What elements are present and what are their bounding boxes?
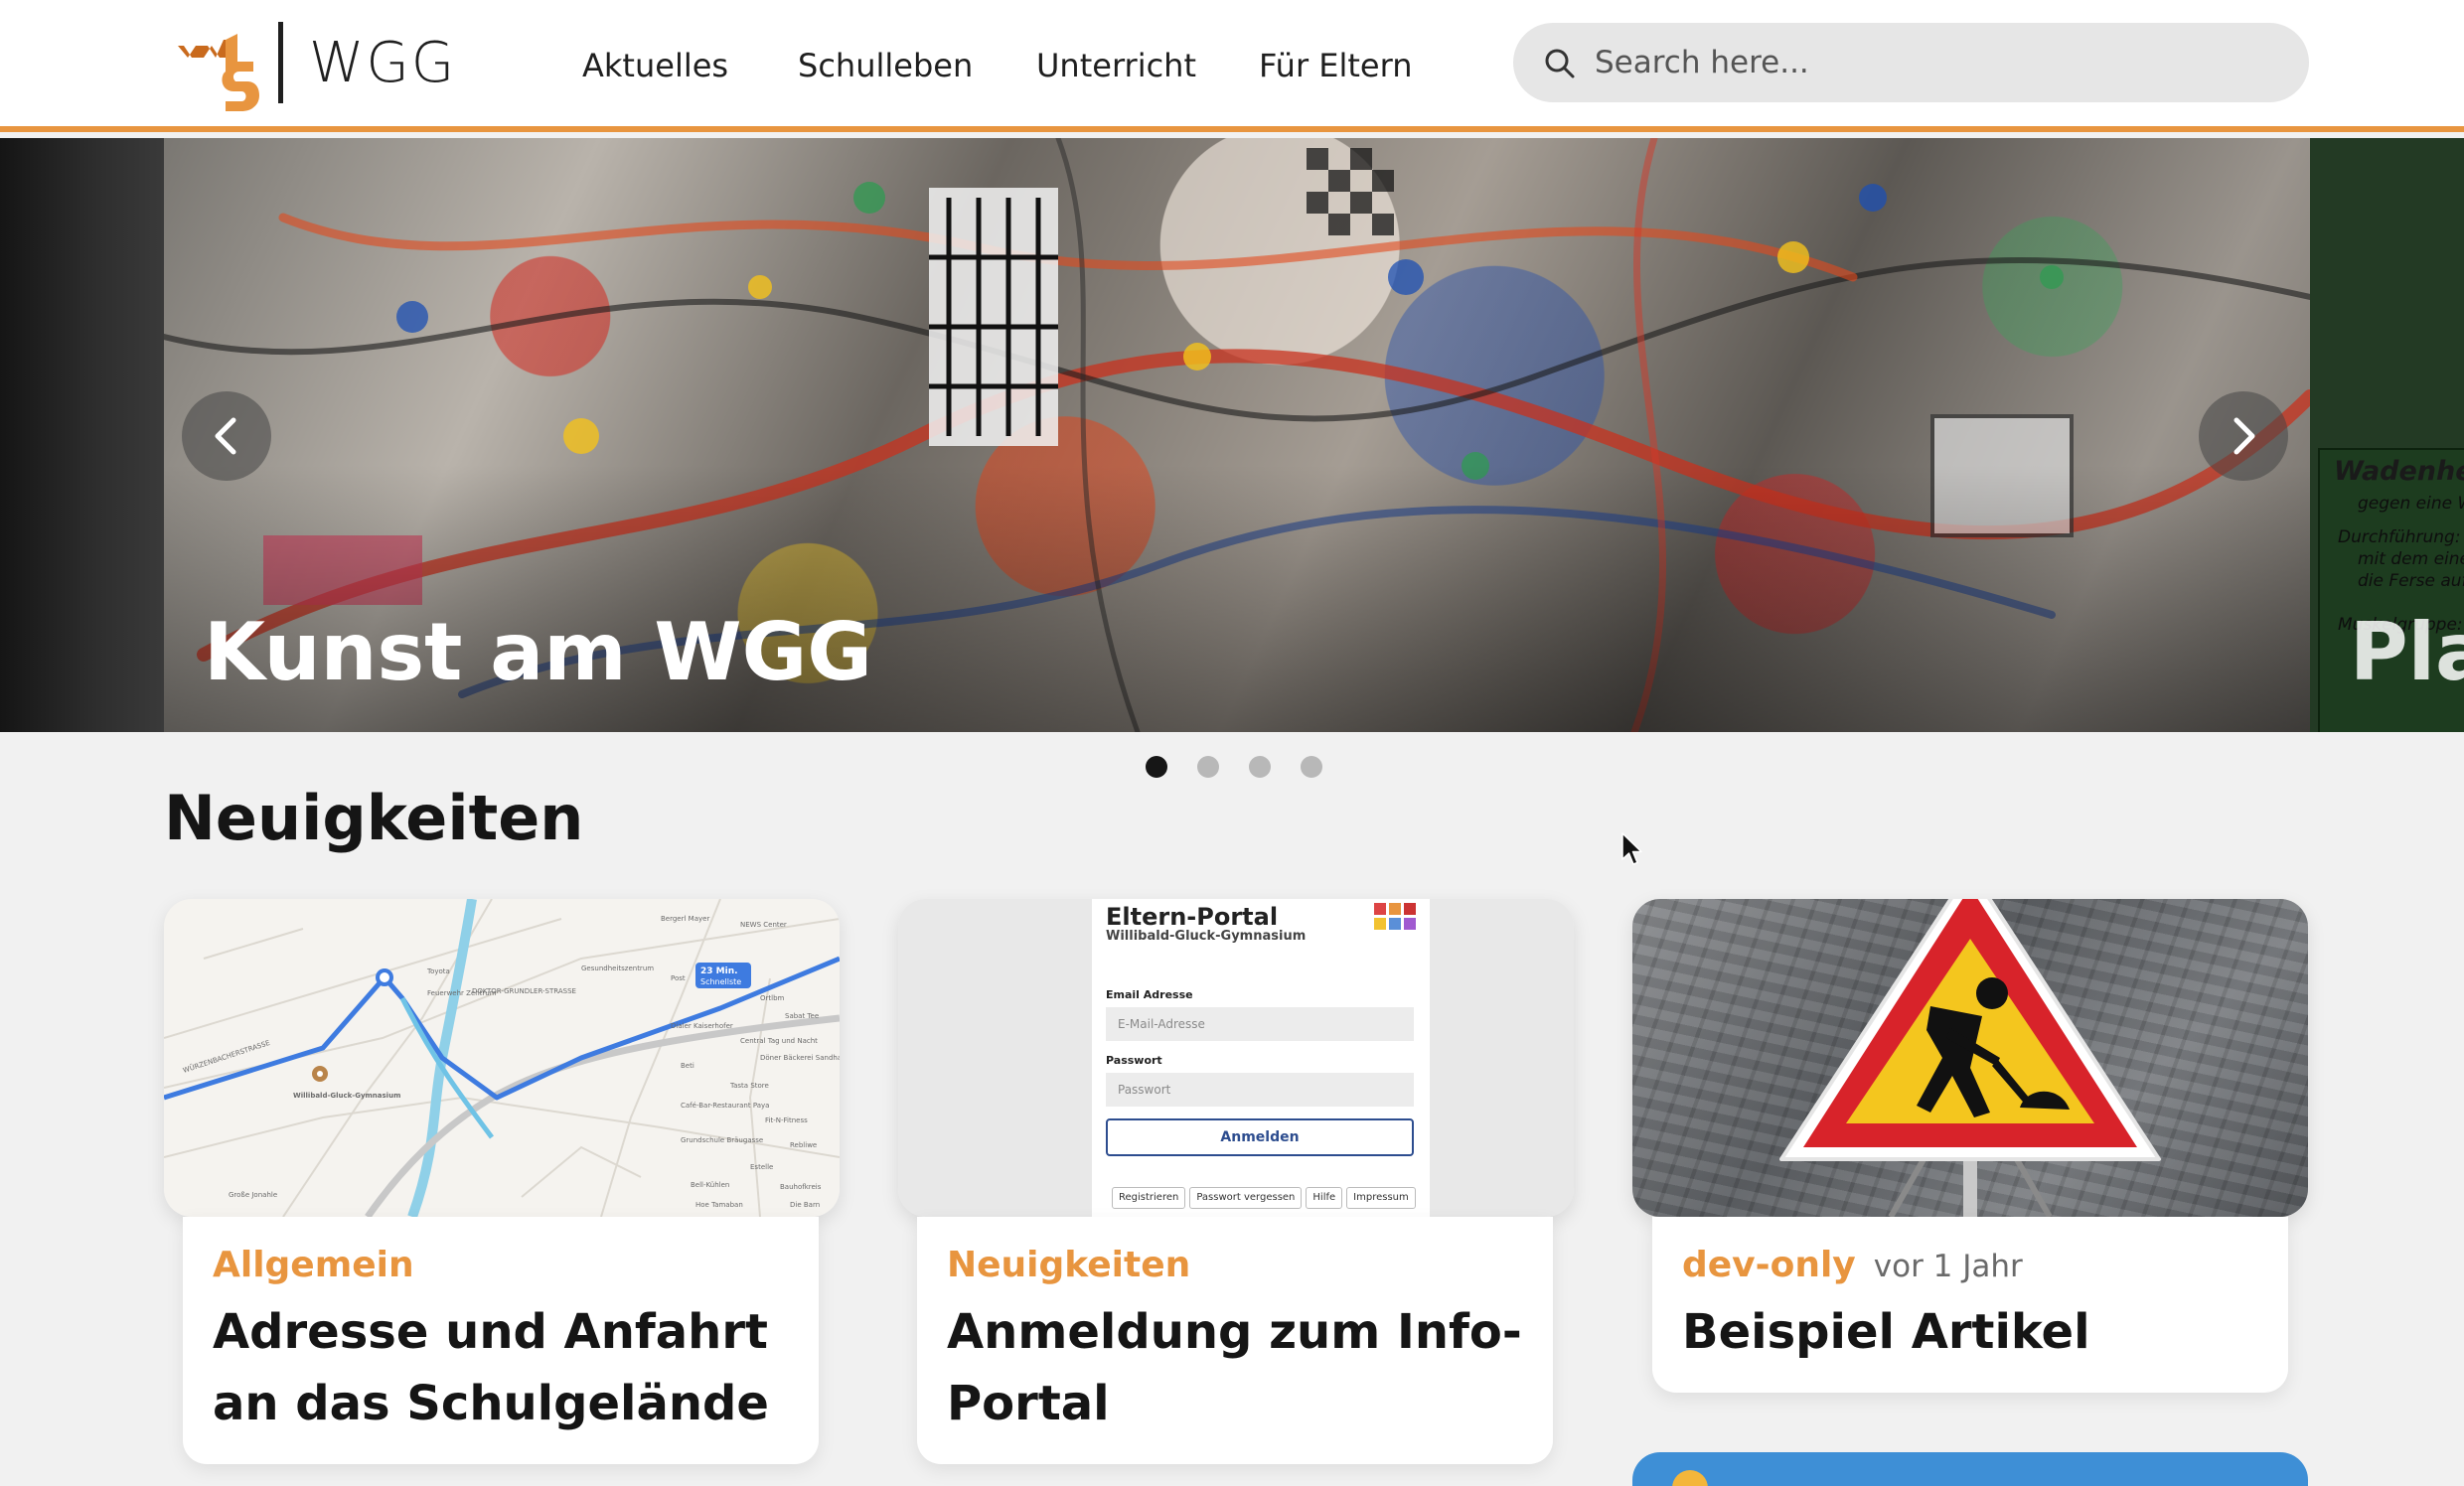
poster-line: Durchführung: (2338, 527, 2461, 547)
map-label: Grundschule Bräugasse (681, 1136, 763, 1144)
card-category-row: dev-only vor 1 Jahr (1682, 1245, 2023, 1285)
map-drawing: 23 Min. Schnellste Willibald-Gluck-Gymna… (164, 899, 840, 1217)
map-label: Tasta Store (729, 1082, 769, 1090)
news-card-1[interactable]: Allgemein Adresse und Anfahrt an das Sch… (183, 1217, 819, 1464)
map-image: 23 Min. Schnellste Willibald-Gluck-Gymna… (164, 899, 840, 1217)
carousel-dots (1146, 756, 1324, 778)
portal-email-field: E-Mail-Adresse (1106, 1007, 1414, 1041)
nav-item-fuer-eltern[interactable]: Für Eltern (1259, 38, 1412, 93)
portal-links: Registrieren Passwort vergessen Hilfe Im… (1112, 1187, 1416, 1209)
slide-title: Kunst am WGG (204, 606, 872, 698)
portal-heading: Eltern-Portal (1106, 903, 1279, 931)
chevron-right-icon (2233, 417, 2255, 455)
portal-page: Eltern-Portal Willibald-Gluck-Gymnasium … (1092, 899, 1430, 1217)
map-label: Bell-Kühlen (691, 1181, 729, 1189)
search-input[interactable] (1595, 37, 2280, 88)
news-card-image-sign[interactable] (1632, 899, 2308, 1217)
map-label: Große Jonahle (229, 1191, 277, 1199)
portal-link: Hilfe (1306, 1187, 1343, 1209)
portal-password-label: Passwort (1106, 1054, 1162, 1067)
card-category[interactable]: Neuigkeiten (947, 1245, 1190, 1285)
map-label: Gesundheitszentrum (581, 965, 654, 972)
portal-link: Registrieren (1112, 1187, 1186, 1209)
next-news-card-peek[interactable] (1632, 1452, 2308, 1486)
sun-icon (1672, 1470, 1708, 1486)
map-label: Hoe Tamaban (695, 1201, 743, 1209)
construction-sign-image (1632, 899, 2308, 1217)
map-label: Ortlbm (760, 994, 785, 1002)
site-logo[interactable]: WGG (164, 22, 462, 111)
chevron-left-icon (215, 417, 236, 455)
route-badge-line1: 23 Min. (700, 966, 738, 976)
search-icon (1545, 49, 1575, 78)
portal-email-label: Email Adresse (1106, 988, 1193, 1001)
news-card-3[interactable]: dev-only vor 1 Jahr Beispiel Artikel (1652, 1217, 2288, 1393)
logo-text: WGG (309, 31, 457, 95)
map-label: Döner Bäckerei Sandham Café (760, 1054, 840, 1062)
carousel-prev-button[interactable] (182, 391, 271, 481)
map-label: Dialer Kaiserhofer (671, 1022, 733, 1030)
hero-carousel: Kunst am WGG Wadenheb gegen eine W Durch… (0, 138, 2464, 732)
logo-mark-icon (164, 34, 259, 111)
card-category[interactable]: dev-only (1682, 1245, 1856, 1285)
search-bar[interactable] (1513, 23, 2309, 102)
carousel-dot-2[interactable] (1197, 756, 1219, 778)
news-section-title: Neuigkeiten (164, 782, 584, 854)
carousel-dot-4[interactable] (1301, 756, 1322, 778)
map-label: Feuerwehr Zentrum (427, 989, 497, 997)
portal-link: Passwort vergessen (1189, 1187, 1303, 1209)
poster-heading: Wadenheb (2334, 456, 2464, 487)
map-label: Estelle (750, 1163, 773, 1171)
map-label: Bauhofkreis (780, 1183, 822, 1191)
map-label: Toyota (426, 967, 450, 975)
route-badge-line2: Schnellste (700, 977, 741, 986)
next-slide-peek[interactable]: Wadenheb gegen eine W Durchführung: mit … (2310, 138, 2464, 732)
map-label: Fit-N-Fitness (765, 1116, 808, 1124)
portal-password-field: Passwort (1106, 1073, 1414, 1107)
map-label: Sabat Tee (785, 1012, 819, 1020)
card-category[interactable]: Allgemein (213, 1245, 414, 1285)
nav-item-unterricht[interactable]: Unterricht (1036, 38, 1196, 93)
portal-link: Impressum (1346, 1187, 1416, 1209)
carousel-dot-1[interactable] (1146, 756, 1167, 778)
news-card-2[interactable]: Neuigkeiten Anmeldung zum Info-Portal (917, 1217, 1553, 1464)
carousel-dot-3[interactable] (1249, 756, 1271, 778)
site-header: WGG Aktuelles Schulleben Unterricht Für … (0, 0, 2464, 132)
portal-logo-icon (1374, 903, 1416, 930)
map-label: Bergerl Mayer (661, 915, 709, 923)
card-title[interactable]: Anmeldung zum Info-Portal (947, 1296, 1523, 1439)
current-slide[interactable]: Kunst am WGG (164, 138, 2310, 732)
card-title[interactable]: Adresse und Anfahrt an das Schulgelände (213, 1296, 799, 1439)
poster-line: mit dem einen (2358, 549, 2464, 569)
nav-item-aktuelles[interactable]: Aktuelles (582, 38, 728, 93)
poster-line: die Ferse auf d (2358, 571, 2464, 591)
next-slide-title: Pla (2350, 606, 2464, 698)
map-label: Post (671, 974, 686, 982)
map-label: Beti (681, 1062, 694, 1070)
map-label: Die Barn (790, 1201, 820, 1209)
map-label: NEWS Center (740, 921, 787, 929)
carousel-next-button[interactable] (2199, 391, 2288, 481)
news-card-image-map[interactable]: 23 Min. Schnellste Willibald-Gluck-Gymna… (164, 899, 840, 1217)
map-label: Central Tag und Nacht (740, 1037, 818, 1045)
map-label: Café-Bar-Restaurant Paya (681, 1102, 769, 1110)
portal-subheading: Willibald-Gluck-Gymnasium (1106, 929, 1307, 944)
nav-item-schulleben[interactable]: Schulleben (798, 38, 973, 93)
card-title[interactable]: Beispiel Artikel (1682, 1296, 2278, 1368)
card-time: vor 1 Jahr (1873, 1249, 2023, 1284)
construction-sign-icon (1779, 899, 2161, 1217)
logo-divider (278, 22, 283, 103)
mouse-cursor-icon (1621, 832, 1642, 865)
portal-login-button: Anmelden (1106, 1118, 1414, 1156)
poster-line: gegen eine W (2358, 494, 2464, 514)
news-card-image-portal[interactable]: Eltern-Portal Willibald-Gluck-Gymnasium … (898, 899, 1574, 1217)
previous-slide-peek[interactable] (0, 138, 164, 732)
map-label: Willibald-Gluck-Gymnasium (293, 1092, 400, 1100)
map-label: Rebliwe (790, 1141, 817, 1149)
portal-screenshot: Eltern-Portal Willibald-Gluck-Gymnasium … (898, 899, 1574, 1217)
